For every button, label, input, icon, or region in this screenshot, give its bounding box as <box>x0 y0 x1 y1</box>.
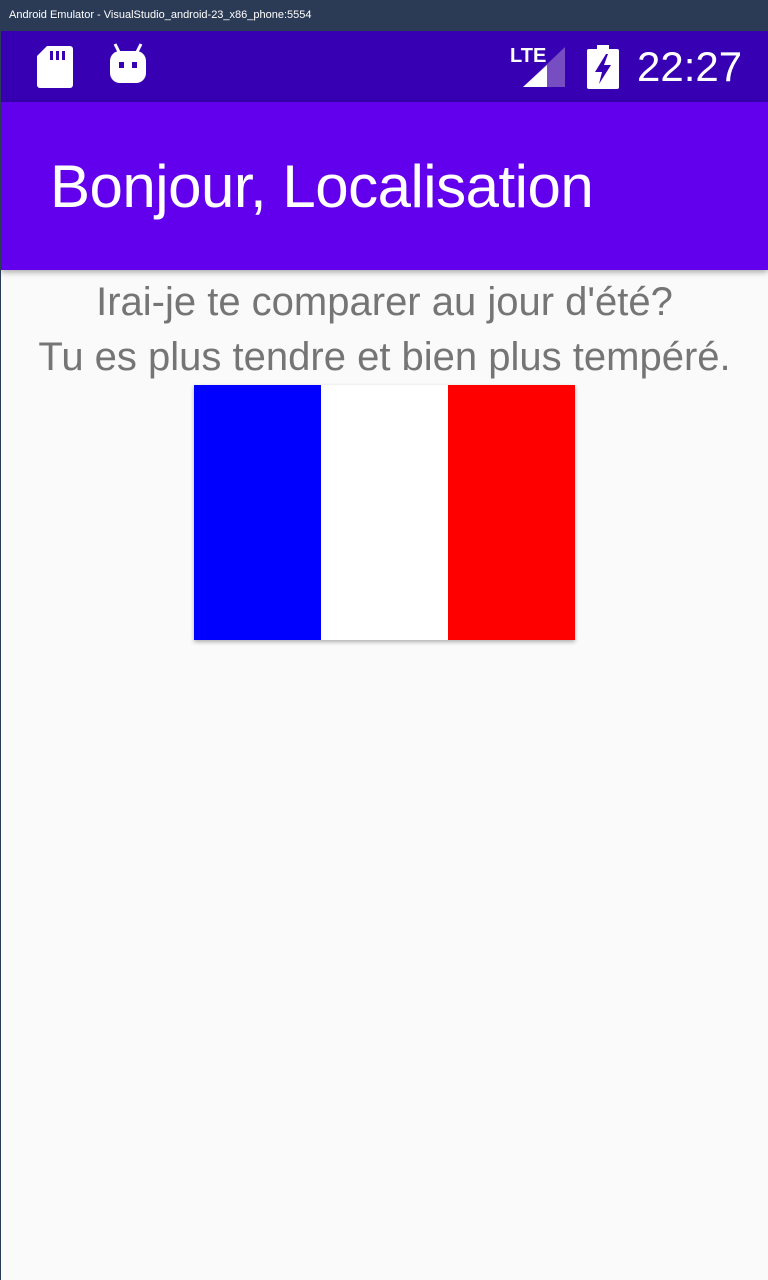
sd-card-icon <box>37 46 73 88</box>
status-bar: LTE 22:27 <box>1 31 768 102</box>
window-title-bar[interactable]: Android Emulator - VisualStudio_android-… <box>0 0 768 31</box>
app-title: Bonjour, Localisation <box>50 153 594 220</box>
poem-line-1: Irai-je te comparer au jour d'été? <box>96 280 673 324</box>
emulator-window: Android Emulator - VisualStudio_android-… <box>0 0 768 1280</box>
device-screen: LTE 22:27 Bonjour, Localisation Irai-je … <box>1 31 768 1280</box>
flag-stripe-red <box>448 385 575 640</box>
flag-stripe-blue <box>194 385 321 640</box>
app-bar: Bonjour, Localisation <box>1 102 768 270</box>
flag-stripe-white <box>321 385 448 640</box>
battery-charging-icon <box>587 45 619 89</box>
lte-signal-icon: LTE <box>510 45 565 87</box>
poem-line-2: Tu es plus tendre et bien plus tempéré. <box>38 335 731 379</box>
status-bar-clock: 22:27 <box>637 43 743 90</box>
android-debug-icon <box>110 43 146 83</box>
svg-text:LTE: LTE <box>510 45 546 67</box>
french-flag-image <box>194 385 575 640</box>
